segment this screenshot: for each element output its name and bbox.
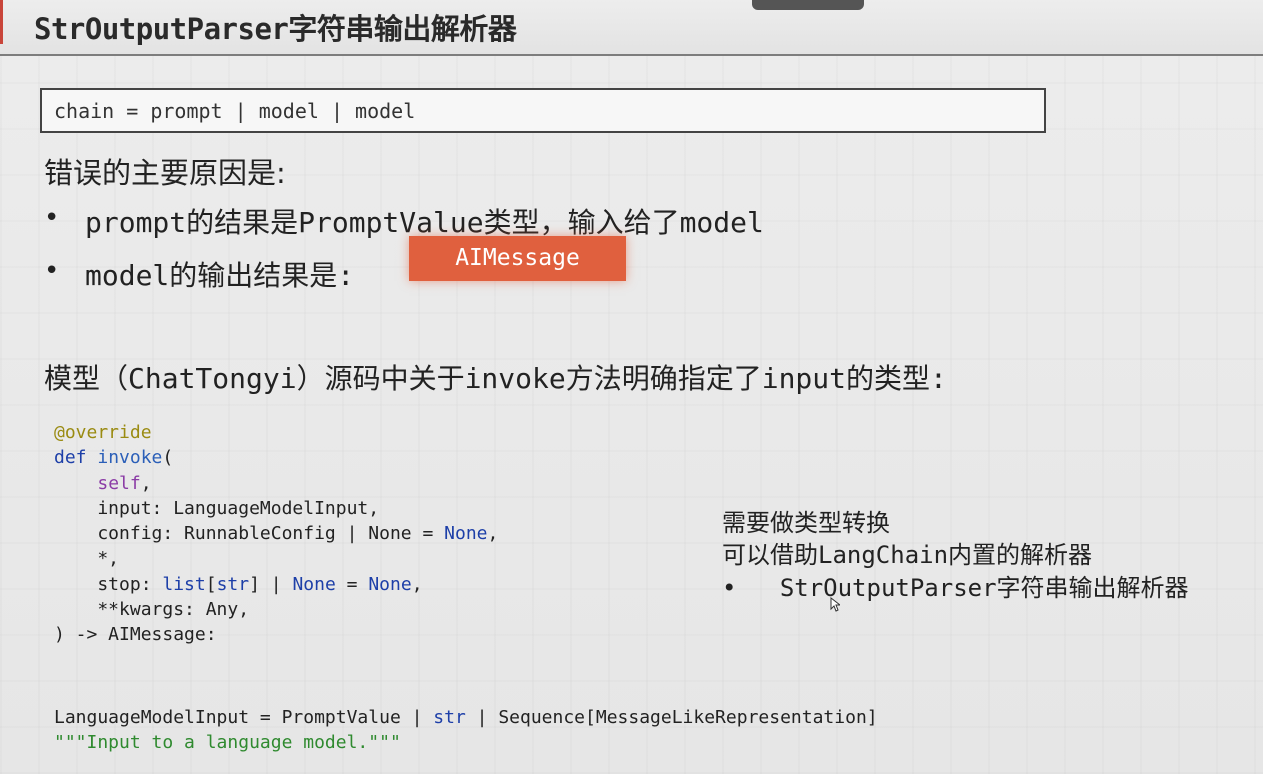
reason-item-1: prompt的结果是PromptValue类型，输入给了model — [85, 206, 764, 239]
side-note-line-1: 需要做类型转换 — [722, 509, 890, 537]
code-token: LanguageModelInput = PromptValue | — [54, 707, 434, 728]
code-line: def invoke( — [54, 445, 498, 470]
side-note-bullet: • StrOutputParser字符串输出解析器 — [722, 568, 1189, 603]
code-token: , — [140, 472, 152, 494]
input-type-code-block: LanguageModelInput = PromptValue | str |… — [54, 705, 878, 755]
mouse-cursor-icon — [830, 597, 840, 612]
reason-item-2: model的输出结果是: — [85, 259, 355, 292]
code-token: , — [411, 573, 423, 595]
code-token: , — [487, 523, 499, 545]
code-token: @override — [54, 422, 152, 443]
window-tab — [752, 0, 864, 10]
header-accent-bar — [0, 0, 3, 44]
code-token: [ — [205, 573, 217, 595]
code-token: def — [54, 447, 98, 469]
code-token: self — [97, 472, 141, 494]
code-token: *, — [54, 548, 120, 570]
code-line: """Input to a language model.""" — [54, 730, 878, 755]
model-source-note: 模型（ChatTongyi）源码中关于invoke方法明确指定了input的类型… — [44, 362, 947, 395]
invoke-code-block: @override def invoke( self, input: Langua… — [54, 420, 498, 648]
code-token: ) -> AIMessage: — [54, 624, 217, 646]
code-token: config: RunnableConfig | None = — [54, 523, 445, 545]
code-line: input: LanguageModelInput, — [54, 496, 498, 521]
side-bullet-dot: • — [722, 574, 737, 602]
chain-code-text: chain = prompt | model | model — [54, 99, 416, 123]
code-token: **kwargs: Any, — [54, 599, 250, 621]
reasons-title: 错误的主要原因是: — [44, 156, 286, 190]
bullet-dot-2: • — [44, 256, 60, 286]
code-token: """Input to a language model.""" — [54, 732, 401, 753]
code-token: None — [444, 523, 488, 545]
code-line: **kwargs: Any, — [54, 597, 498, 622]
code-token: | Sequence[MessageLikeRepresentation] — [465, 707, 878, 728]
bullet-dot-1: • — [44, 203, 60, 233]
code-token: None — [368, 573, 412, 595]
code-token: None — [292, 573, 336, 595]
aimessage-badge: AIMessage — [409, 236, 626, 281]
slide-header: StrOutputParser字符串输出解析器 — [0, 0, 1263, 56]
code-line: LanguageModelInput = PromptValue | str |… — [54, 705, 878, 730]
code-line: *, — [54, 546, 498, 571]
side-note-line-2: 可以借助LangChain内置的解析器 — [722, 541, 1093, 569]
page-title: StrOutputParser字符串输出解析器 — [34, 12, 517, 46]
code-token: invoke — [97, 447, 163, 469]
code-line: ) -> AIMessage: — [54, 622, 498, 647]
code-token: str — [216, 573, 250, 595]
code-line: stop: list[str] | None = None, — [54, 572, 498, 597]
code-token: input: LanguageModelInput, — [54, 497, 380, 519]
code-token: str — [433, 707, 466, 728]
code-line: @override — [54, 420, 498, 445]
side-bullet-text: StrOutputParser字符串输出解析器 — [779, 574, 1189, 602]
code-token: list — [162, 573, 206, 595]
chain-code-box: chain = prompt | model | model — [40, 88, 1046, 133]
code-line: self, — [54, 471, 498, 496]
code-token: stop: — [54, 573, 163, 595]
code-token: ] | — [249, 573, 293, 595]
code-line: config: RunnableConfig | None = None, — [54, 521, 498, 546]
code-token: = — [335, 573, 369, 595]
code-token: ( — [162, 447, 174, 469]
